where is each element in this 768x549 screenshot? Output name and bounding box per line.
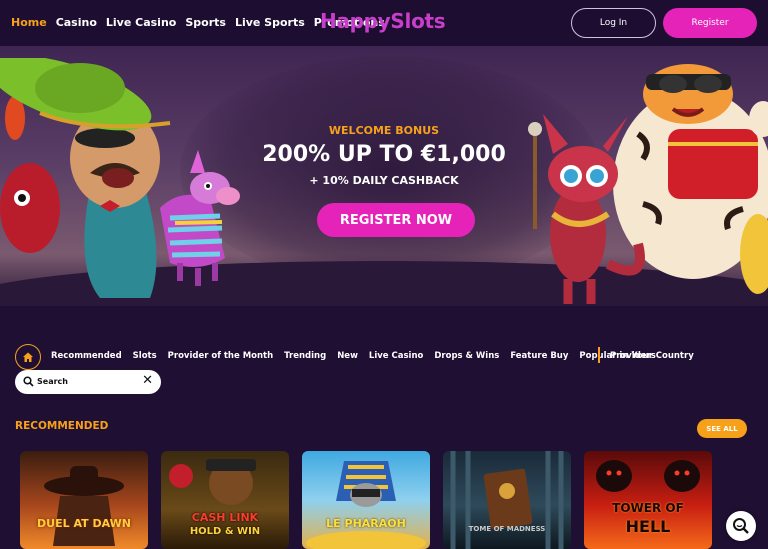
game-title-line2: HOLD & WIN xyxy=(189,526,261,537)
cowboy-artwork xyxy=(44,466,124,546)
nav-casino[interactable]: Casino xyxy=(56,16,97,29)
tab-drops-and-wins[interactable]: Drops & Wins xyxy=(434,351,499,361)
tab-provider-of-the-month[interactable]: Provider of the Month xyxy=(168,351,274,361)
hero-banner[interactable]: WELCOME BONUS 200% UP TO €1,000 + 10% DA… xyxy=(0,46,768,306)
tab-feature-buy[interactable]: Feature Buy xyxy=(510,351,568,361)
chat-search-icon xyxy=(733,518,749,534)
hero-title: 200% UP TO €1,000 xyxy=(262,142,506,167)
recommended-heading: RECOMMENDED xyxy=(15,420,109,432)
game-title: DUEL AT DAWN xyxy=(37,517,131,530)
chat-search-button[interactable] xyxy=(726,511,756,541)
game-title-line2: HELL xyxy=(625,517,671,536)
game-tile[interactable]: LE PHARAOH xyxy=(302,451,430,549)
tab-recommended[interactable]: Recommended xyxy=(51,351,122,361)
nav-live-casino[interactable]: Live Casino xyxy=(106,16,176,29)
login-button[interactable]: Log In xyxy=(571,8,656,38)
register-now-button[interactable]: REGISTER NOW xyxy=(317,203,475,237)
game-tile[interactable]: TOME OF MADNESS xyxy=(443,451,571,549)
game-tile[interactable]: CASH LINK HOLD & WIN xyxy=(161,451,289,549)
see-all-button[interactable]: SEE ALL xyxy=(697,419,747,438)
game-search-box[interactable]: Search ✕ xyxy=(15,370,161,394)
game-tile[interactable]: TOWER OF HELL xyxy=(584,451,712,549)
game-title: TOME OF MADNESS xyxy=(468,525,546,533)
search-icon xyxy=(23,376,34,387)
category-home-button[interactable] xyxy=(15,344,41,370)
nav-live-sports[interactable]: Live Sports xyxy=(235,16,305,29)
pharaoh-artwork xyxy=(306,461,426,549)
tab-slots[interactable]: Slots xyxy=(133,351,157,361)
game-title-line1: TOWER OF xyxy=(612,501,684,515)
register-button[interactable]: Register xyxy=(663,8,757,38)
game-tile[interactable]: DUEL AT DAWN xyxy=(20,451,148,549)
tab-live-casino[interactable]: Live Casino xyxy=(369,351,423,361)
hero-subtitle: WELCOME BONUS xyxy=(328,124,440,137)
site-logo[interactable]: HappySlots xyxy=(320,9,446,33)
hero-cashback: + 10% DAILY CASHBACK xyxy=(309,174,459,187)
tab-trending[interactable]: Trending xyxy=(284,351,326,361)
tome-artwork xyxy=(450,451,564,549)
top-header: Home Casino Live Casino Sports Live Spor… xyxy=(0,0,768,46)
close-icon[interactable]: ✕ xyxy=(142,374,153,388)
game-title: LE PHARAOH xyxy=(326,517,406,530)
home-icon xyxy=(23,352,33,362)
nav-home[interactable]: Home xyxy=(11,16,47,29)
search-input[interactable]: Search xyxy=(37,377,68,386)
tab-new[interactable]: New xyxy=(337,351,358,361)
game-title-line1: CASH LINK xyxy=(191,511,259,524)
tab-providers[interactable]: Providers xyxy=(610,351,656,361)
category-divider xyxy=(598,347,600,363)
nav-sports[interactable]: Sports xyxy=(185,16,226,29)
